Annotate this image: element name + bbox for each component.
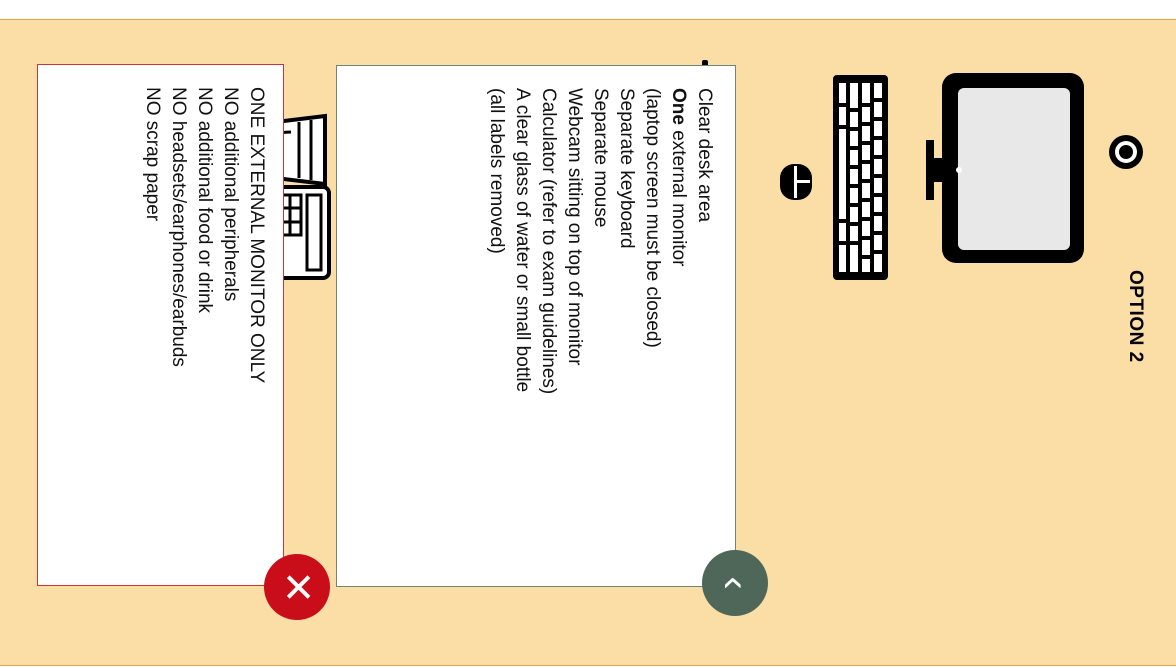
- list-item: One external monitor: [665, 88, 691, 568]
- monitor-icon: [926, 73, 1084, 263]
- allowed-items-list: Clear desk area One external monitor (la…: [483, 88, 717, 568]
- option-title: OPTION 2: [1125, 270, 1146, 363]
- list-item: Separate keyboard: [616, 88, 637, 249]
- rotated-content: OPTION 2 Clear desk area One external mo…: [0, 20, 1176, 665]
- list-item: Clear desk area: [694, 88, 715, 223]
- list-item: NO headsets/earphones/earbuds: [168, 87, 189, 367]
- list-item: NO additional peripherals: [220, 87, 241, 302]
- keyboard-icon: [833, 75, 888, 280]
- list-item-text: external monitor: [668, 130, 689, 267]
- webcam-icon: [1109, 135, 1143, 169]
- not-allowed-box: ONE EXTERNAL MONITOR ONLY NO additional …: [37, 64, 284, 586]
- list-item: Separate mouse: [590, 88, 611, 228]
- list-item: (laptop screen must be closed): [642, 88, 663, 348]
- allowed-items-box: Clear desk area One external monitor (la…: [336, 65, 736, 587]
- list-item: NO scrap paper: [142, 87, 163, 222]
- mouse-icon: [780, 164, 812, 200]
- not-allowed-list: ONE EXTERNAL MONITOR ONLY NO additional …: [139, 87, 269, 567]
- list-item: A clear glass of water or small bottle: [512, 88, 533, 393]
- list-item: Calculator (refer to exam guidelines): [538, 88, 559, 395]
- one-prefix: One: [668, 88, 689, 125]
- list-item: NO additional food or drink: [194, 87, 215, 314]
- close-x-button[interactable]: ✕: [264, 554, 330, 620]
- check-back-button[interactable]: ‹: [702, 550, 768, 616]
- option-panel: OPTION 2 Clear desk area One external mo…: [0, 19, 1176, 666]
- not-allowed-heading: ONE EXTERNAL MONITOR ONLY: [246, 87, 267, 384]
- list-item: Webcam sitting on top of monitor: [564, 88, 585, 366]
- list-item: (all labels removed): [486, 88, 507, 254]
